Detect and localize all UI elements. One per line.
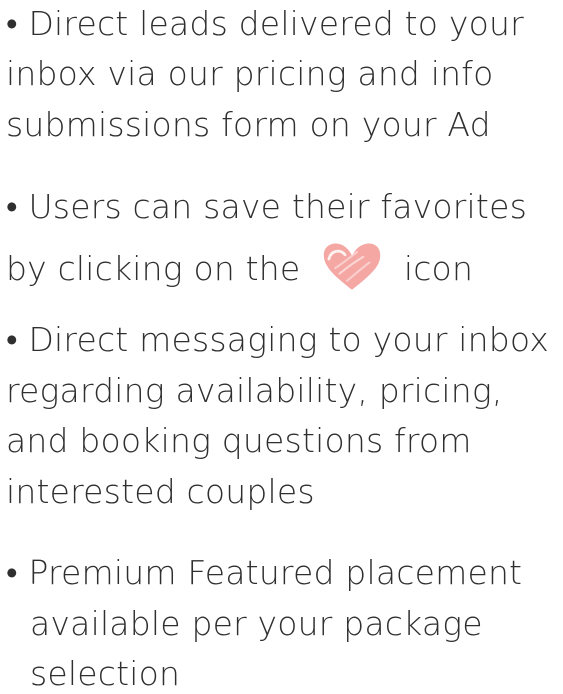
feature-2-text-after-icon: icon: [403, 249, 474, 288]
feature-1-line-3: submissions form on your Ad: [6, 105, 491, 144]
feature-3-line-2: regarding availability, pricing,: [6, 371, 503, 410]
heart-icon: [313, 238, 391, 294]
feature-3-line-4: interested couples: [6, 472, 315, 511]
feature-4-line-1: • Premium Featured placement: [6, 553, 523, 592]
feature-4-line-2: available per your package: [30, 604, 483, 643]
feature-2-line-1: • Users can save their favorites: [6, 187, 527, 226]
feature-3-line-1: • Direct messaging to your inbox: [6, 320, 550, 359]
feature-2-text-before-icon: by clicking on the: [6, 249, 301, 288]
features-page: • Direct leads delivered to your inbox v…: [0, 0, 563, 693]
feature-1-line-1: • Direct leads delivered to your: [6, 4, 524, 43]
feature-2-line-2: by clicking on the icon: [6, 238, 473, 294]
feature-3-line-3: and booking questions from: [6, 421, 472, 460]
feature-4-line-3: selection: [30, 654, 181, 693]
feature-1-line-2: inbox via our pricing and info: [6, 54, 494, 93]
